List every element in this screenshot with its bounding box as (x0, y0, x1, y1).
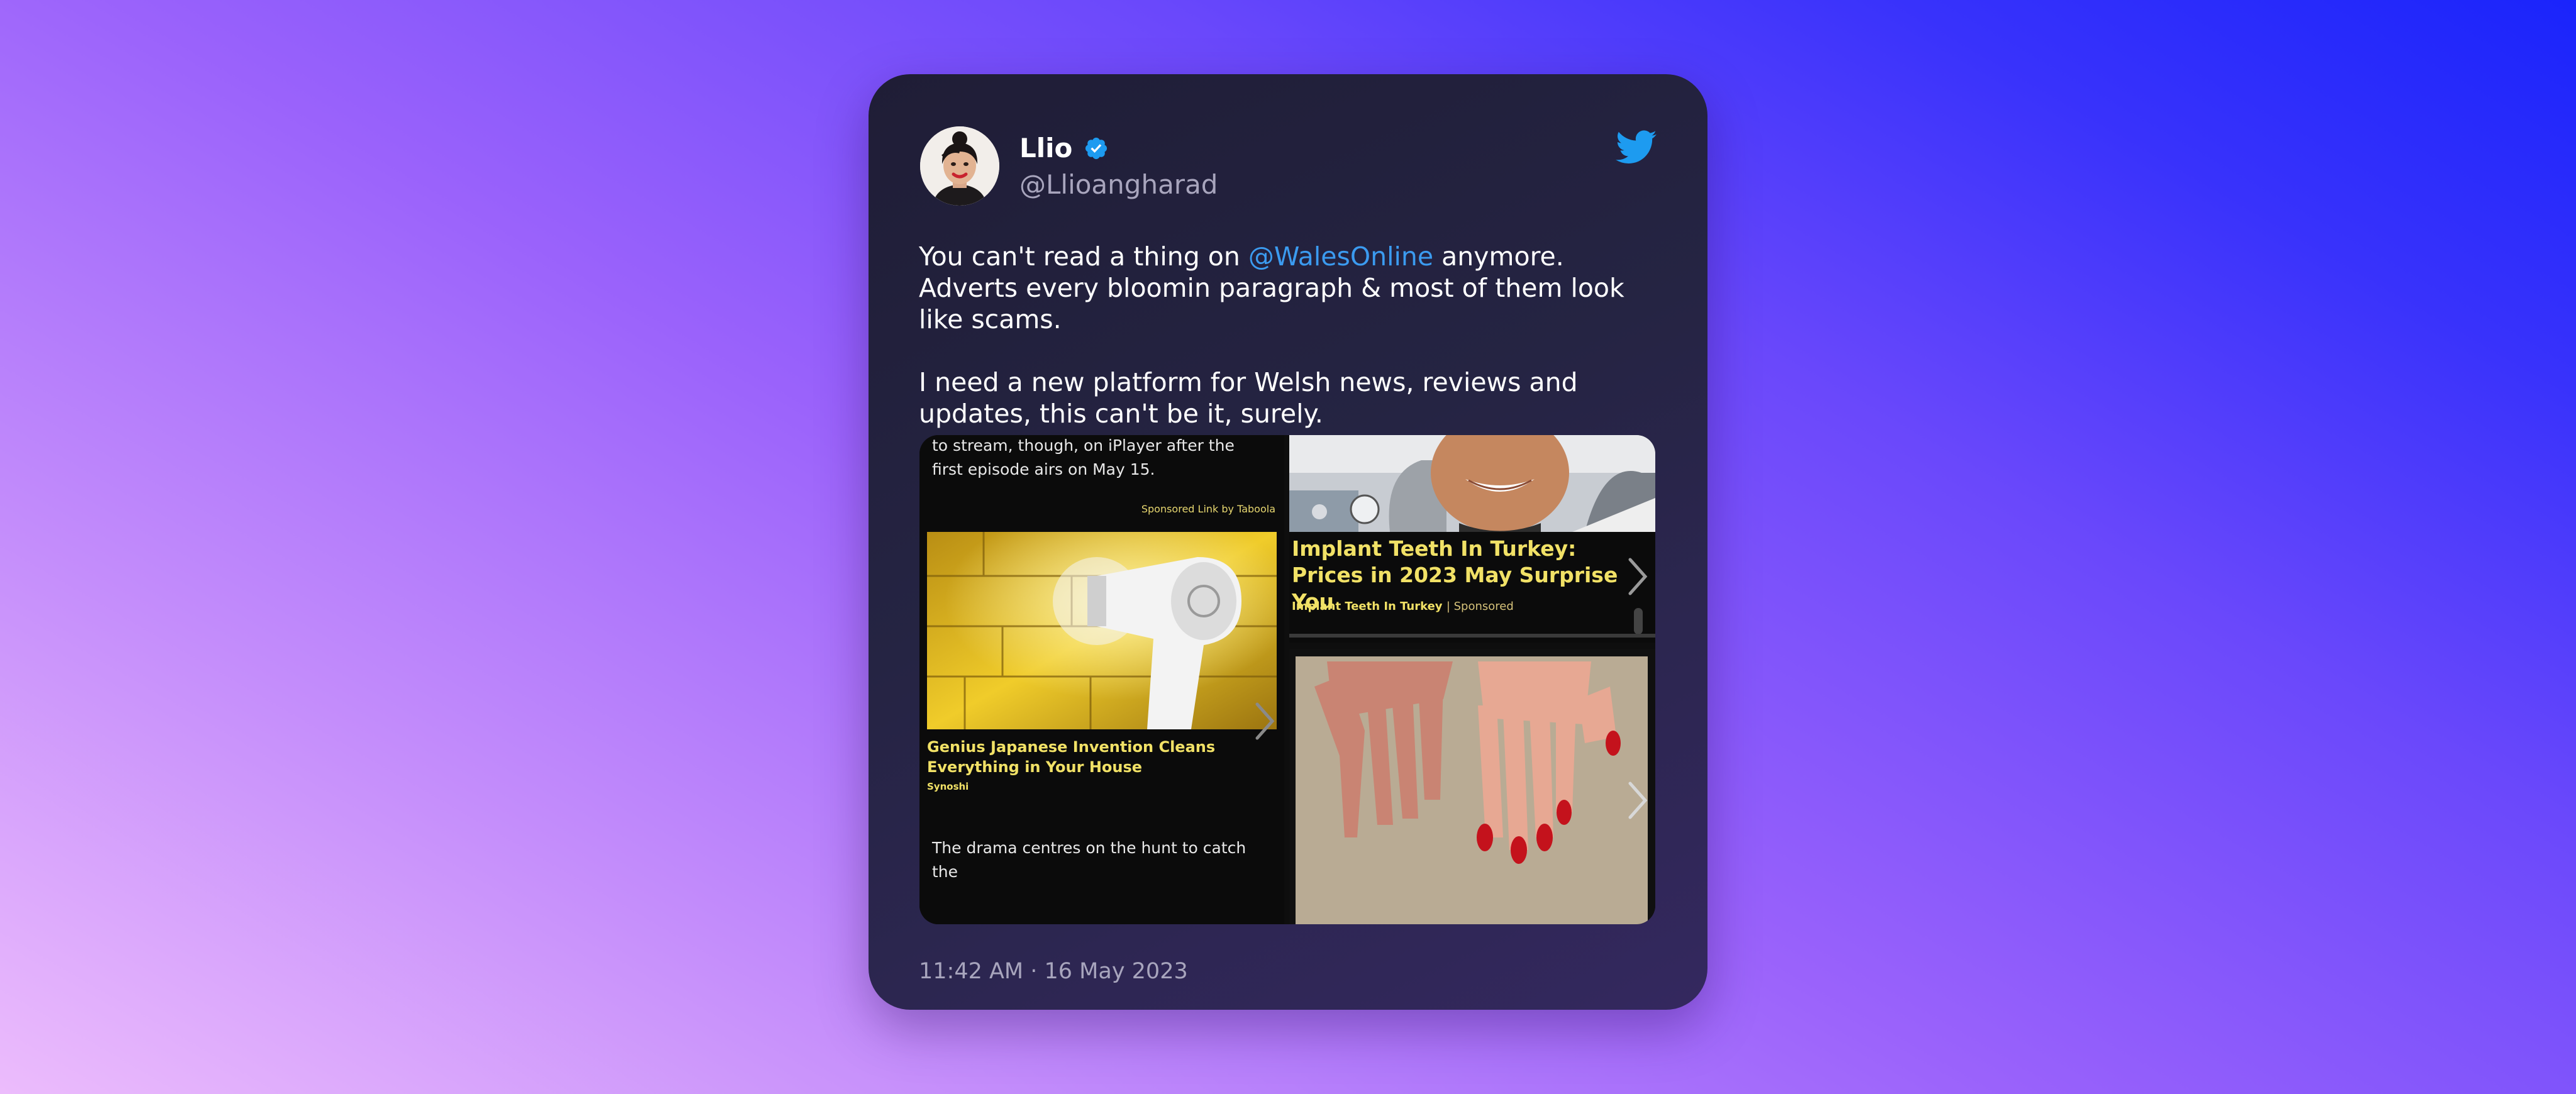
ad-image-cleaner (927, 532, 1277, 729)
reply-button[interactable]: 33 (969, 1007, 1033, 1010)
ad-image-hands (1289, 649, 1655, 924)
tweet-paragraph-1: You can't read a thing on @WalesOnline a… (919, 241, 1661, 335)
tweet-actions: 33 142 (919, 1007, 1135, 1010)
media-image-right-bottom[interactable] (1289, 649, 1655, 924)
ad-title-left: Genius Japanese Invention Cleans Everyth… (927, 738, 1216, 776)
mention-link[interactable]: @WalesOnline (1248, 241, 1433, 272)
tweet-paragraph-2: I need a new platform for Welsh news, re… (919, 367, 1578, 429)
twitter-bird-icon[interactable] (1616, 126, 1657, 167)
ad-source-name: Implant Teeth In Turkey (1292, 600, 1443, 613)
article-text-top: to stream, though, on iPlayer after the … (932, 436, 1235, 478)
chevron-right-icon[interactable] (1623, 555, 1652, 599)
like-button[interactable]: 142 (1058, 1007, 1135, 1010)
heart-icon (1058, 1007, 1084, 1010)
verified-badge-icon (1085, 137, 1108, 160)
tweet-card: Llio @Llioangharad You can't read a thin… (869, 74, 1707, 1010)
chevron-right-icon[interactable] (1250, 699, 1279, 743)
tweet-timestamp[interactable]: 11:42 AM · 16 May 2023 (919, 958, 1188, 985)
divider (1289, 634, 1655, 638)
ad-sponsored-label: | Sponsored (1446, 600, 1514, 613)
retweet-icon (919, 1008, 944, 1010)
display-name-text: Llio (1019, 133, 1073, 163)
scrollbar-thumb[interactable] (1634, 608, 1643, 634)
article-text-bottom: The drama centres on the hunt to catch t… (932, 839, 1246, 881)
reply-count: 33 (1004, 1008, 1033, 1010)
chevron-right-icon[interactable] (1623, 778, 1652, 822)
tweet-media[interactable]: to stream, though, on iPlayer after the … (919, 435, 1655, 924)
ad-image-smile (1289, 435, 1655, 532)
ad-source-left: Synoshi (927, 781, 969, 792)
tweet-text: You can't read a thing on @WalesOnline a… (919, 241, 1661, 429)
reply-icon (969, 1007, 996, 1010)
like-count: 142 (1093, 1008, 1135, 1010)
display-name[interactable]: Llio (1019, 132, 1109, 165)
retweet-button[interactable] (919, 1008, 944, 1010)
avatar[interactable] (920, 126, 999, 206)
sponsored-link-label: Sponsored Link by Taboola (1141, 503, 1275, 515)
tweet-text-part: You can't read a thing on (919, 241, 1248, 272)
media-image-left[interactable]: to stream, though, on iPlayer after the … (919, 435, 1284, 924)
ad-source-right: Implant Teeth In Turkey | Sponsored (1292, 600, 1514, 613)
user-handle[interactable]: @Llioangharad (1019, 169, 1218, 201)
media-image-right-top[interactable]: Implant Teeth In Turkey: Prices in 2023 … (1289, 435, 1655, 643)
